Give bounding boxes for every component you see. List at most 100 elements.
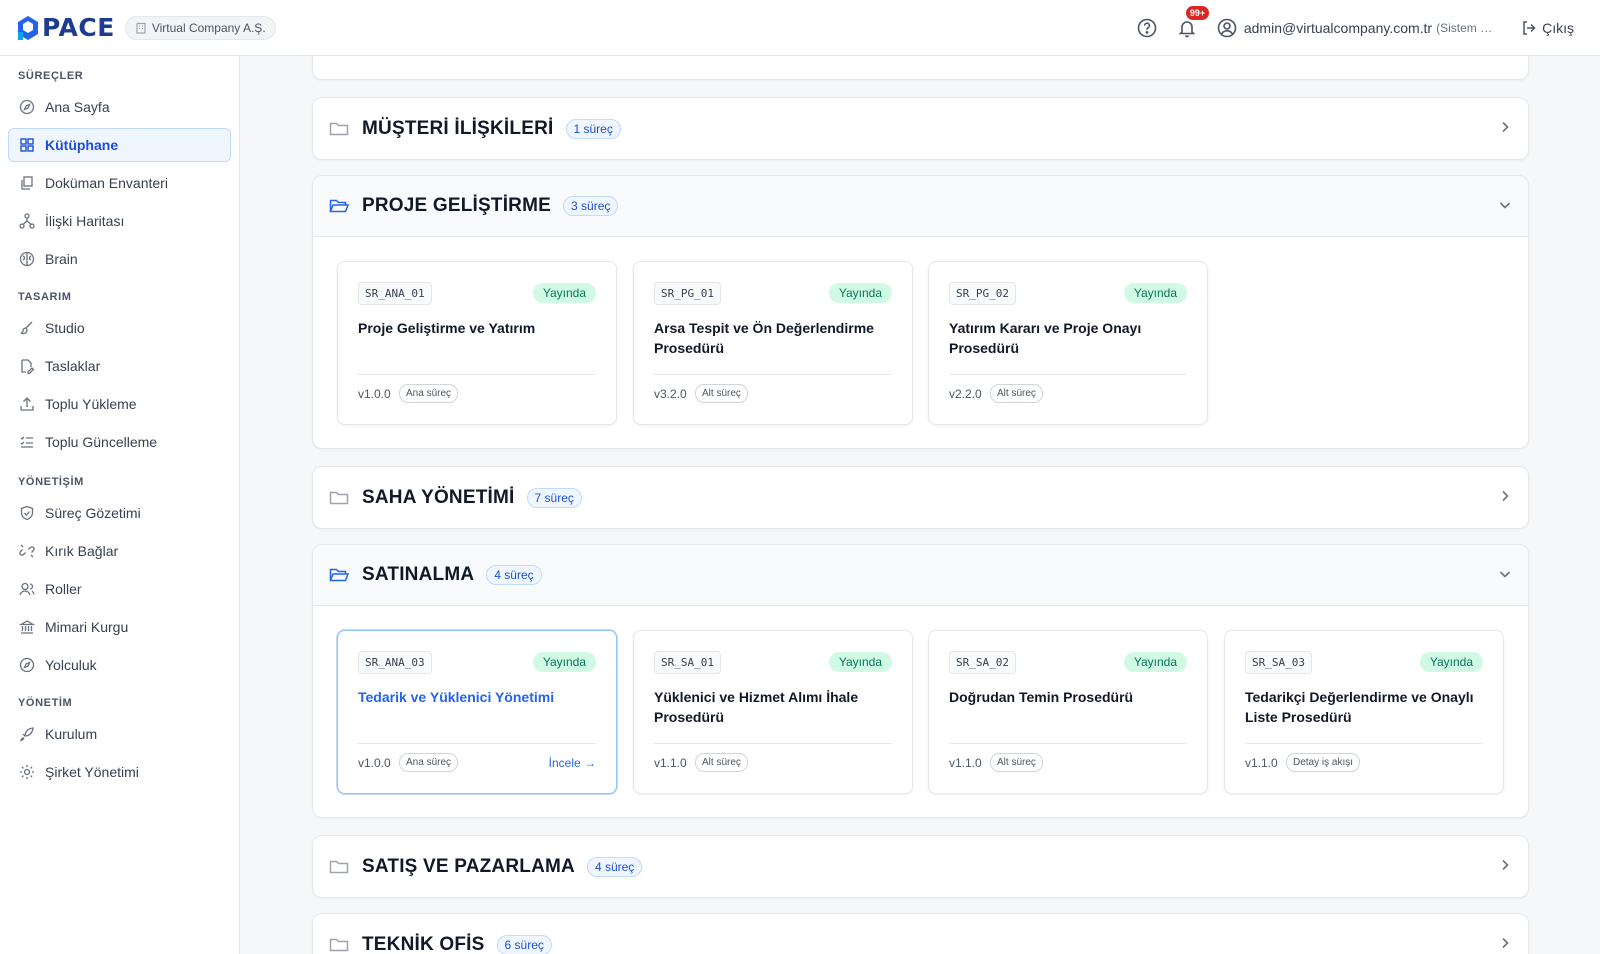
category-title: SATINALMA	[362, 564, 475, 585]
category-header[interactable]: SATINALMA 4 süreç	[313, 545, 1528, 606]
logo[interactable]: PACE	[16, 13, 115, 42]
card-divider	[1245, 743, 1483, 744]
sidebar-item-setup[interactable]: Kurulum	[8, 717, 231, 751]
process-title: Tedarikçi Değerlendirme ve Onaylı Liste …	[1245, 689, 1474, 725]
category-panel-sales-marketing[interactable]: SATIŞ VE PAZARLAMA 4 süreç	[312, 835, 1529, 898]
sidebar-item-label: Brain	[45, 251, 78, 267]
version-label: v2.2.0	[949, 387, 982, 401]
library-content: MÜŞTERİ İLİŞKİLERİ 1 süreç PROJE GELİŞTİ…	[241, 56, 1600, 954]
draft-icon	[19, 358, 35, 374]
sidebar-item-bulk-upload[interactable]: Toplu Yükleme	[8, 387, 231, 421]
chevron-right-icon[interactable]	[1498, 120, 1512, 134]
sidebar-item-drafts[interactable]: Taslaklar	[8, 349, 231, 383]
brain-icon	[19, 251, 35, 267]
company-name: Virtual Company A.Ş.	[151, 20, 266, 35]
process-card[interactable]: SR_ANA_01 Yayında Proje Geliştirme ve Ya…	[337, 261, 617, 425]
category-header[interactable]: MÜŞTERİ İLİŞKİLERİ 1 süreç	[313, 98, 1528, 159]
version-label: v3.2.0	[654, 387, 687, 401]
chevron-down-icon[interactable]	[1498, 198, 1512, 212]
process-type-badge: Alt süreç	[695, 753, 748, 772]
sidebar-item-process-oversight[interactable]: Süreç Gözetimi	[8, 496, 231, 530]
bell-icon	[1178, 21, 1196, 38]
sidebar-item-label: Yolculuk	[45, 657, 97, 673]
process-type-badge: Alt süreç	[990, 753, 1043, 772]
category-panel-technical-office[interactable]: TEKNİK OFİS 6 süreç	[312, 913, 1529, 954]
process-code: SR_PG_02	[949, 282, 1016, 305]
section-title-governance: YÖNETİŞİM	[18, 476, 84, 488]
sidebar-item-library[interactable]: Kütüphane	[8, 128, 231, 162]
help-icon[interactable]	[1136, 17, 1158, 39]
process-type-badge: Detay iş akışı	[1286, 753, 1361, 772]
process-code: SR_ANA_01	[358, 282, 432, 305]
sidebar-item-label: Ana Sayfa	[45, 99, 110, 115]
process-card[interactable]: SR_SA_03 Yayında Tedarikçi Değerlendirme…	[1224, 630, 1504, 794]
grid-icon	[19, 137, 35, 153]
sidebar-item-journey[interactable]: Yolculuk	[8, 648, 231, 682]
chevron-right-icon[interactable]	[1498, 936, 1512, 950]
sidebar-item-bulk-update[interactable]: Toplu Güncelleme	[8, 425, 231, 459]
sidebar-item-label: Kurulum	[45, 726, 98, 742]
process-count-badge: 7 süreç	[526, 487, 582, 508]
category-panel-partial[interactable]	[312, 56, 1529, 80]
logout-label: Çıkış	[1542, 20, 1574, 36]
shield-icon	[19, 505, 35, 521]
process-code: SR_SA_01	[654, 651, 721, 674]
process-card[interactable]: SR_SA_01 Yayında Yüklenici ve Hizmet Alı…	[633, 630, 913, 794]
sidebar-item-company-management[interactable]: Şirket Yönetimi	[8, 755, 231, 789]
category-title: TEKNİK OFİS	[362, 933, 485, 954]
sidebar-item-label: Kırık Bağlar	[45, 543, 119, 559]
sidebar-item-brain[interactable]: Brain	[8, 242, 231, 276]
sidebar-item-relationship-map[interactable]: İlişki Haritası	[8, 204, 231, 238]
sidebar-item-label: Süreç Gözetimi	[45, 505, 141, 521]
building-icon	[135, 22, 147, 34]
category-panel-customer-relations[interactable]: MÜŞTERİ İLİŞKİLERİ 1 süreç	[312, 97, 1529, 160]
compass-icon	[19, 99, 35, 115]
sidebar-item-home[interactable]: Ana Sayfa	[8, 90, 231, 124]
user-email: admin@virtualcompany.com.tr	[1243, 20, 1433, 36]
chevron-down-icon[interactable]	[1498, 567, 1512, 581]
status-badge: Yayında	[828, 652, 892, 672]
chevron-right-icon[interactable]	[1498, 858, 1512, 872]
category-header[interactable]: SAHA YÖNETİMİ 7 süreç	[313, 467, 1528, 528]
inspect-link[interactable]: İncele →	[549, 756, 596, 770]
process-card-grid: SR_ANA_01 Yayında Proje Geliştirme ve Ya…	[313, 237, 1528, 447]
process-title: Arsa Tespit ve Ön Değerlendirme Prosedür…	[654, 320, 874, 356]
category-header[interactable]: PROJE GELİŞTİRME 3 süreç	[313, 176, 1528, 237]
company-selector[interactable]: Virtual Company A.Ş.	[124, 15, 276, 40]
process-card[interactable]: SR_ANA_03 Yayında Tedarik ve Yüklenici Y…	[337, 630, 617, 794]
category-header[interactable]: TEKNİK OFİS 6 süreç	[313, 914, 1528, 954]
gear-icon	[19, 764, 35, 780]
chevron-right-icon[interactable]	[1498, 489, 1512, 503]
notifications-button[interactable]: 99+	[1176, 6, 1210, 39]
institution-icon	[19, 619, 35, 635]
process-type-badge: Alt süreç	[695, 384, 748, 403]
section-title-processes: SÜREÇLER	[18, 70, 84, 82]
category-title: PROJE GELİŞTİRME	[362, 195, 552, 216]
folder-icon	[329, 489, 349, 507]
process-card[interactable]: SR_PG_02 Yayında Yatırım Kararı ve Proje…	[928, 261, 1208, 425]
sidebar-item-roles[interactable]: Roller	[8, 572, 231, 606]
process-code: SR_SA_02	[949, 651, 1016, 674]
category-header[interactable]: SATIŞ VE PAZARLAMA 4 süreç	[313, 836, 1528, 897]
category-panel-field-management[interactable]: SAHA YÖNETİMİ 7 süreç	[312, 466, 1529, 529]
sidebar-item-studio[interactable]: Studio	[8, 311, 231, 345]
sidebar-item-label: Roller	[45, 581, 82, 597]
process-count-badge: 3 süreç	[563, 196, 619, 216]
logout-button[interactable]: Çıkış	[1520, 17, 1574, 39]
section-title-management: YÖNETİM	[18, 697, 73, 709]
sidebar-item-architecture[interactable]: Mimari Kurgu	[8, 610, 231, 644]
process-card[interactable]: SR_SA_02 Yayında Doğrudan Temin Prosedür…	[928, 630, 1208, 794]
card-divider	[654, 374, 892, 375]
user-role: (Sistem …	[1436, 21, 1493, 35]
logo-text: PACE	[42, 13, 115, 42]
sidebar-item-document-inventory[interactable]: Doküman Envanteri	[8, 166, 231, 200]
process-title: Tedarik ve Yüklenici Yönetimi	[358, 689, 555, 705]
category-title: SATIŞ VE PAZARLAMA	[362, 855, 575, 877]
rocket-icon	[19, 726, 35, 742]
sidebar-item-label: Doküman Envanteri	[45, 175, 168, 191]
process-card[interactable]: SR_PG_01 Yayında Arsa Tespit ve Ön Değer…	[633, 261, 913, 425]
broken-link-icon	[19, 543, 35, 559]
user-menu[interactable]: admin@virtualcompany.com.tr (Sistem …	[1216, 17, 1492, 39]
process-type-badge: Ana süreç	[399, 384, 459, 403]
sidebar-item-broken-links[interactable]: Kırık Bağlar	[8, 534, 231, 568]
